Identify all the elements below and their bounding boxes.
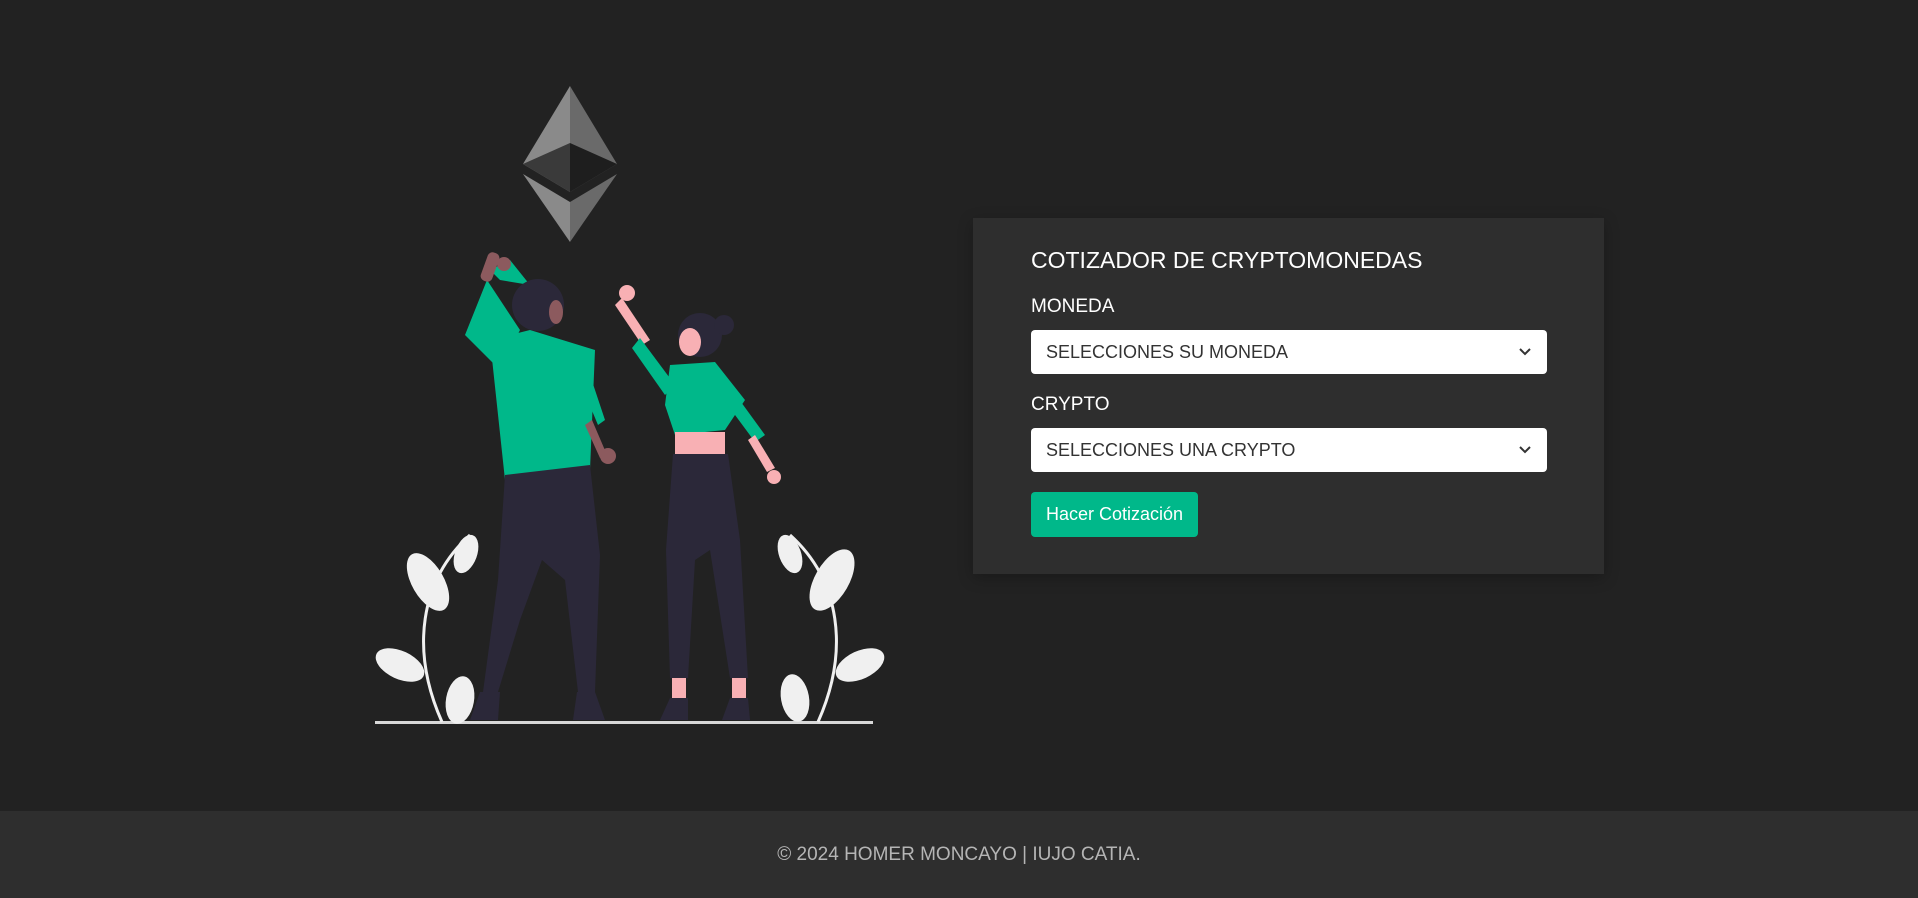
hero-section: COTIZADOR DE CRYPTOMONEDAS MONEDA SELECC… [0,0,1918,811]
currency-label: MONEDA [1031,296,1115,317]
chevron-down-icon [1519,348,1531,356]
crypto-label: CRYPTO [1031,394,1110,415]
footer-copyright: © 2024 HOMER MONCAYO | IUJO CATIA. [777,843,1141,865]
crypto-field-group: CRYPTO SELECCIONES UNA CRYPTO [1031,394,1547,472]
woman-figure [615,285,781,720]
currency-field-group: MONEDA SELECCIONES SU MONEDA [1031,296,1547,374]
page: COTIZADOR DE CRYPTOMONEDAS MONEDA SELECC… [0,0,1918,898]
form-title: COTIZADOR DE CRYPTOMONEDAS [1031,247,1423,273]
submit-quote-button[interactable]: Hacer Cotización [1031,492,1199,537]
crypto-select[interactable]: SELECCIONES UNA CRYPTO [1031,428,1547,472]
currency-select-value: SELECCIONES SU MONEDA [1046,341,1289,362]
crypto-illustration [375,86,885,724]
left-plant [375,533,479,724]
chevron-down-icon [1519,446,1531,454]
man-figure [465,252,616,720]
footer: © 2024 HOMER MONCAYO | IUJO CATIA. [0,811,1918,898]
right-plant [777,533,885,723]
currency-select[interactable]: SELECCIONES SU MONEDA [1031,330,1547,374]
ethereum-logo-icon [523,86,617,242]
crypto-select-value: SELECCIONES UNA CRYPTO [1046,439,1296,460]
quote-form-card: COTIZADOR DE CRYPTOMONEDAS MONEDA SELECC… [973,218,1604,574]
